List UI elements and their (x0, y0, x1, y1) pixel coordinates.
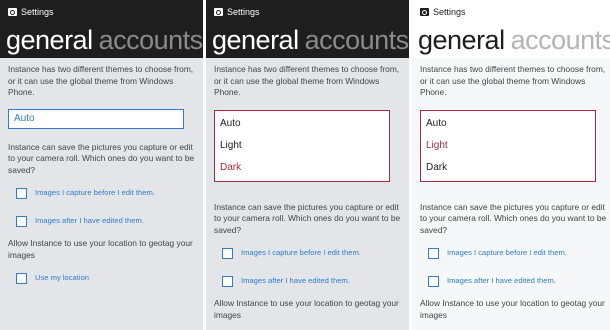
checkbox-capture-before-edit[interactable]: Images I capture before I edit them. (222, 242, 404, 264)
title-row: Settings (8, 6, 54, 18)
checkbox-box[interactable] (16, 272, 27, 284)
app-title: Settings (227, 7, 260, 17)
checkbox-box[interactable] (222, 247, 233, 259)
pivot-header: general accounts (6, 24, 203, 56)
theme-description: Instance has two different themes to cho… (420, 64, 606, 97)
pivot-header: general accounts (418, 24, 610, 56)
pivot-tab-general[interactable]: general (212, 25, 299, 55)
theme-option-auto[interactable]: Auto (421, 113, 595, 135)
settings-screen-collapsed: Settings general accounts Instance has tw… (0, 0, 203, 330)
checkbox-after-edit[interactable]: Images after I have edited them. (428, 270, 610, 292)
theme-description: Instance has two different themes to cho… (8, 64, 194, 97)
checkbox-after-edit[interactable]: Images after I have edited them. (16, 210, 198, 232)
app-title: Settings (433, 7, 466, 17)
checkbox-after-edit[interactable]: Images after I have edited them. (222, 270, 404, 292)
theme-option-light[interactable]: Light (215, 135, 389, 157)
theme-option-auto[interactable]: Auto (215, 113, 389, 135)
checkbox-label: Images I capture before I edit them. (241, 248, 361, 258)
theme-picker-expanded[interactable]: Auto Light Dark (420, 109, 596, 182)
checkbox-capture-before-edit[interactable]: Images I capture before I edit them. (16, 182, 198, 204)
checkbox-label: Images after I have edited them. (35, 216, 144, 226)
checkbox-label: Images I capture before I edit them. (35, 188, 155, 198)
checkbox-label: Images after I have edited them. (241, 276, 350, 286)
title-row: Settings (420, 6, 466, 18)
checkbox-box[interactable] (16, 215, 27, 227)
location-description: Allow Instance to use your location to g… (420, 298, 605, 320)
location-description: Allow Instance to use your location to g… (8, 238, 193, 260)
pivot-tab-accounts[interactable]: accounts (99, 25, 203, 55)
theme-option-dark[interactable]: Dark (421, 157, 595, 179)
camera-icon (214, 8, 223, 16)
save-description: Instance can save the pictures you captu… (8, 141, 195, 175)
app-header: Settings general accounts (412, 0, 610, 58)
pivot-tab-general[interactable]: general (418, 25, 505, 55)
checkbox-box[interactable] (16, 187, 27, 199)
pivot-tab-accounts[interactable]: accounts (511, 25, 610, 55)
settings-screen-expanded-dark: Settings general accounts Instance has tw… (206, 0, 409, 330)
checkbox-label: Images after I have edited them. (447, 276, 556, 286)
theme-picker[interactable]: Auto (8, 108, 184, 129)
checkbox-box[interactable] (428, 275, 439, 287)
theme-option-light[interactable]: Light (421, 135, 595, 157)
settings-screen-expanded-light: Settings general accounts Instance has tw… (412, 0, 610, 330)
pivot-header: general accounts (212, 24, 409, 56)
checkbox-box[interactable] (428, 247, 439, 259)
pivot-tab-general[interactable]: general (6, 25, 93, 55)
camera-icon (420, 8, 429, 16)
settings-content: Instance has two different themes to cho… (8, 64, 198, 289)
save-description: Instance can save the pictures you captu… (214, 201, 401, 235)
camera-icon (8, 8, 17, 16)
settings-content: Instance has two different themes to cho… (420, 64, 610, 321)
title-row: Settings (214, 6, 260, 18)
save-description: Instance can save the pictures you captu… (420, 201, 607, 235)
checkbox-capture-before-edit[interactable]: Images I capture before I edit them. (428, 242, 610, 264)
settings-content: Instance has two different themes to cho… (214, 64, 404, 321)
app-title: Settings (21, 7, 54, 17)
checkbox-box[interactable] (222, 275, 233, 287)
theme-picker-expanded[interactable]: Auto Light Dark (214, 109, 390, 182)
theme-description: Instance has two different themes to cho… (214, 64, 400, 97)
checkbox-label: Use my location (35, 273, 90, 283)
theme-option-dark[interactable]: Dark (215, 157, 389, 179)
checkbox-label: Images I capture before I edit them. (447, 248, 567, 258)
app-header: Settings general accounts (0, 0, 203, 58)
app-header: Settings general accounts (206, 0, 409, 58)
location-description: Allow Instance to use your location to g… (214, 298, 399, 320)
pivot-tab-accounts[interactable]: accounts (305, 25, 409, 55)
checkbox-use-location[interactable]: Use my location (16, 267, 198, 289)
